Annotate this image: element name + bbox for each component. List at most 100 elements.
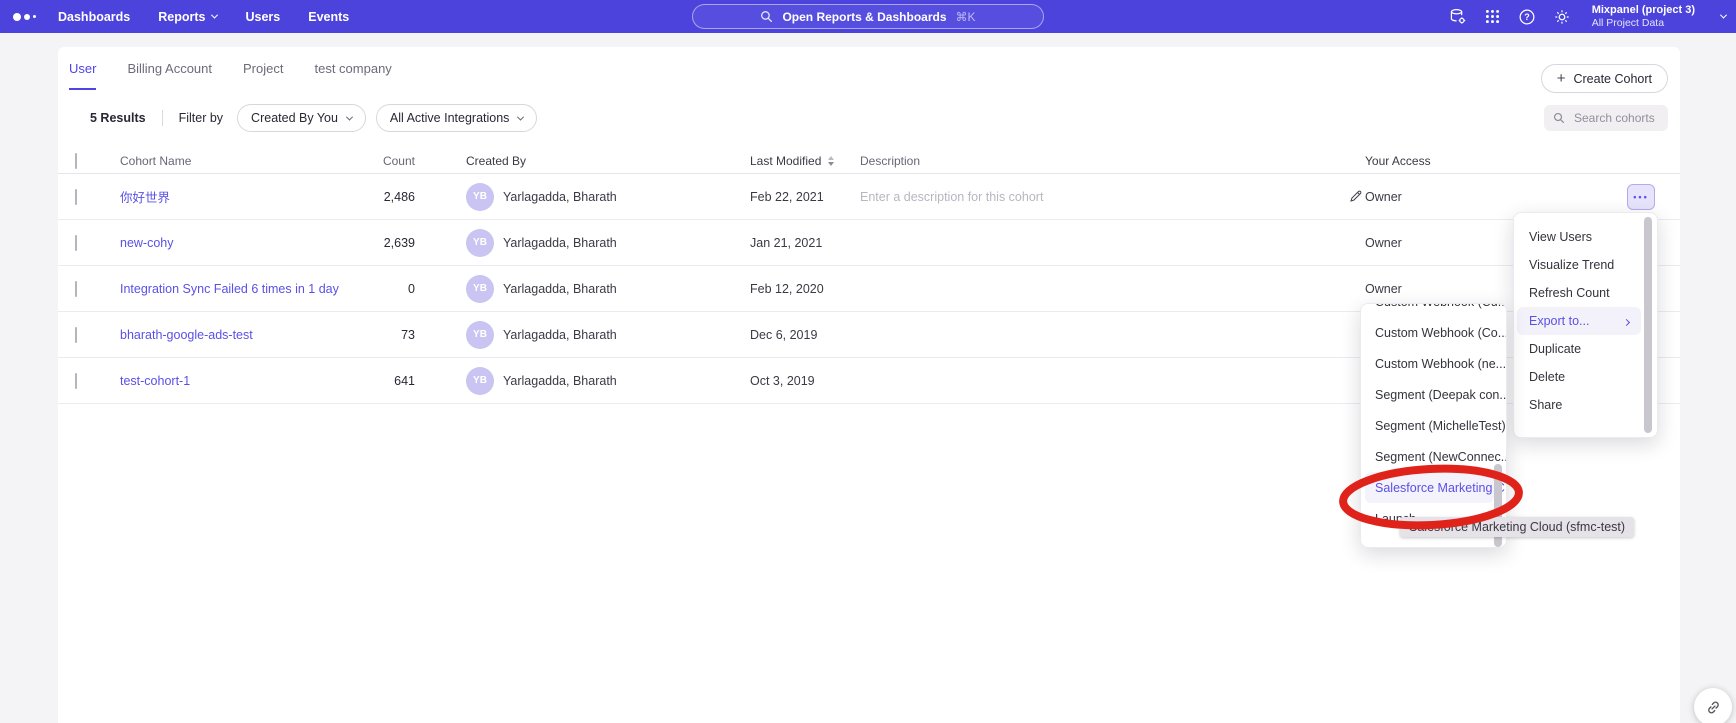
menu-item[interactable]: Delete [1517, 363, 1641, 391]
nav-link[interactable]: Dashboards [58, 10, 130, 24]
export-destination-item[interactable]: Salesforce Marketing C... [1365, 472, 1494, 503]
tab[interactable]: Project [243, 61, 283, 88]
tab[interactable]: test company [314, 61, 391, 88]
cohort-name-link[interactable]: bharath-google-ads-test [108, 328, 353, 342]
menu-item[interactable]: Share [1517, 391, 1641, 419]
cohort-name-link[interactable]: test-cohort-1 [108, 374, 353, 388]
menu-item[interactable]: Duplicate [1517, 335, 1641, 363]
table-row: 你好世界 2,486 YB Yarlagadda, Bharath Feb 22… [58, 174, 1680, 220]
link-icon [1705, 699, 1722, 716]
menu-item[interactable]: Export to... [1517, 307, 1641, 335]
select-all-checkbox[interactable] [75, 153, 77, 169]
filters-toolbar: 5 Results Filter by Created By You All A… [58, 95, 1680, 141]
data-management-icon[interactable] [1448, 7, 1467, 26]
export-destination-item[interactable]: Custom Webhook (Cu... [1365, 303, 1494, 317]
create-cohort-button[interactable]: + Create Cohort [1541, 64, 1668, 93]
cohort-name-link[interactable]: new-cohy [108, 236, 353, 250]
export-destination-item[interactable]: Segment (NewConnec... [1365, 441, 1494, 472]
search-icon [1553, 112, 1565, 124]
menu-scrollbar[interactable] [1644, 217, 1652, 433]
row-checkbox[interactable] [75, 327, 77, 343]
table-header: Cohort Name Count Created By Last Modifi… [58, 149, 1680, 174]
search-shortcut: ⌘K [956, 10, 976, 24]
filter-by-label: Filter by [179, 111, 223, 125]
header-description: Description [860, 154, 1365, 168]
plus-icon: + [1557, 71, 1566, 86]
header-created-by: Created By [415, 154, 750, 168]
row-checkbox[interactable] [75, 281, 77, 297]
menu-item[interactable]: View Users [1517, 223, 1641, 251]
sort-arrows-icon[interactable] [828, 156, 834, 166]
created-by-filter[interactable]: Created By You [237, 104, 366, 132]
header-your-access: Your Access [1365, 154, 1568, 168]
avatar: YB [466, 367, 494, 395]
cohort-count: 2,486 [353, 190, 415, 204]
chevron-down-icon[interactable] [1720, 12, 1727, 19]
cohort-name-link[interactable]: 你好世界 [108, 187, 353, 206]
settings-gear-icon[interactable] [1553, 7, 1572, 26]
project-scope: All Project Data [1592, 17, 1695, 29]
last-modified-date: Jan 21, 2021 [750, 236, 860, 250]
description-placeholder[interactable]: Enter a description for this cohort [860, 190, 1043, 204]
cohorts-page: Dashboards Reports Users Events Open Rep… [0, 0, 1736, 723]
search-cohorts-box [1544, 105, 1668, 131]
table-row: new-cohy 2,639 YB Yarlagadda, Bharath Ja… [58, 220, 1680, 266]
creator-name: Yarlagadda, Bharath [503, 328, 617, 342]
last-modified-date: Dec 6, 2019 [750, 328, 860, 342]
chevron-right-icon [1624, 314, 1629, 328]
row-checkbox[interactable] [75, 235, 77, 251]
last-modified-date: Feb 22, 2021 [750, 190, 860, 204]
nav-link[interactable]: Users [245, 10, 280, 24]
share-link-fab[interactable] [1694, 688, 1732, 723]
cohort-count: 0 [353, 282, 415, 296]
top-nav: Dashboards Reports Users Events Open Rep… [0, 0, 1736, 33]
search-cohorts-input[interactable] [1572, 110, 1658, 126]
tab[interactable]: User [69, 61, 96, 90]
last-modified-date: Feb 12, 2020 [750, 282, 860, 296]
export-submenu: Custom Webhook (Cu...Custom Webhook (Co.… [1360, 303, 1507, 548]
row-checkbox[interactable] [75, 373, 77, 389]
export-destination-item[interactable]: Custom Webhook (Co... [1365, 317, 1494, 348]
help-icon[interactable]: ? [1518, 7, 1537, 26]
entity-tabs: User Billing Account Project test company [58, 47, 1680, 95]
nav-right-cluster: ? Mixpanel (project 3) All Project Data [1448, 0, 1726, 33]
export-destination-item[interactable]: Segment (MichelleTest) [1365, 410, 1494, 441]
row-actions-button[interactable]: ••• [1627, 184, 1655, 210]
integrations-filter[interactable]: All Active Integrations [376, 104, 538, 132]
export-destination-item[interactable]: Segment (Deepak con... [1365, 379, 1494, 410]
creator-name: Yarlagadda, Bharath [503, 282, 617, 296]
menu-item[interactable]: Refresh Count [1517, 279, 1641, 307]
cohort-count: 641 [353, 374, 415, 388]
last-modified-date: Oct 3, 2019 [750, 374, 860, 388]
global-search-button[interactable]: Open Reports & Dashboards ⌘K [692, 4, 1044, 29]
project-name: Mixpanel (project 3) [1592, 4, 1695, 17]
divider [162, 110, 163, 126]
cohort-name-link[interactable]: Integration Sync Failed 6 times in 1 day [108, 282, 353, 296]
creator-name: Yarlagadda, Bharath [503, 374, 617, 388]
row-actions-menu: View Users Visualize Trend Refresh Count… [1513, 212, 1658, 438]
nav-links: Dashboards Reports Users Events [58, 10, 349, 24]
creator-name: Yarlagadda, Bharath [503, 190, 617, 204]
access-level: Owner [1365, 190, 1568, 204]
tab[interactable]: Billing Account [127, 61, 212, 88]
header-count: Count [353, 154, 415, 168]
pencil-icon[interactable] [1348, 189, 1363, 204]
search-icon [760, 10, 773, 23]
cohort-count: 73 [353, 328, 415, 342]
search-placeholder: Open Reports & Dashboards [782, 10, 946, 24]
nav-link[interactable]: Events [308, 10, 349, 24]
apps-grid-icon[interactable] [1483, 7, 1502, 26]
header-last-modified[interactable]: Last Modified [750, 154, 860, 168]
nav-link[interactable]: Reports [158, 10, 217, 24]
avatar: YB [466, 275, 494, 303]
header-cohort-name: Cohort Name [108, 154, 353, 168]
chevron-down-icon [346, 113, 353, 120]
row-checkbox[interactable] [75, 189, 77, 205]
tooltip: Salesforce Marketing Cloud (sfmc-test) [1400, 517, 1634, 537]
project-switcher[interactable]: Mixpanel (project 3) All Project Data [1592, 4, 1695, 29]
mixpanel-logo-icon[interactable] [13, 13, 36, 21]
creator-name: Yarlagadda, Bharath [503, 236, 617, 250]
menu-item[interactable]: Visualize Trend [1517, 251, 1641, 279]
cohort-count: 2,639 [353, 236, 415, 250]
export-destination-item[interactable]: Custom Webhook (ne... [1365, 348, 1494, 379]
